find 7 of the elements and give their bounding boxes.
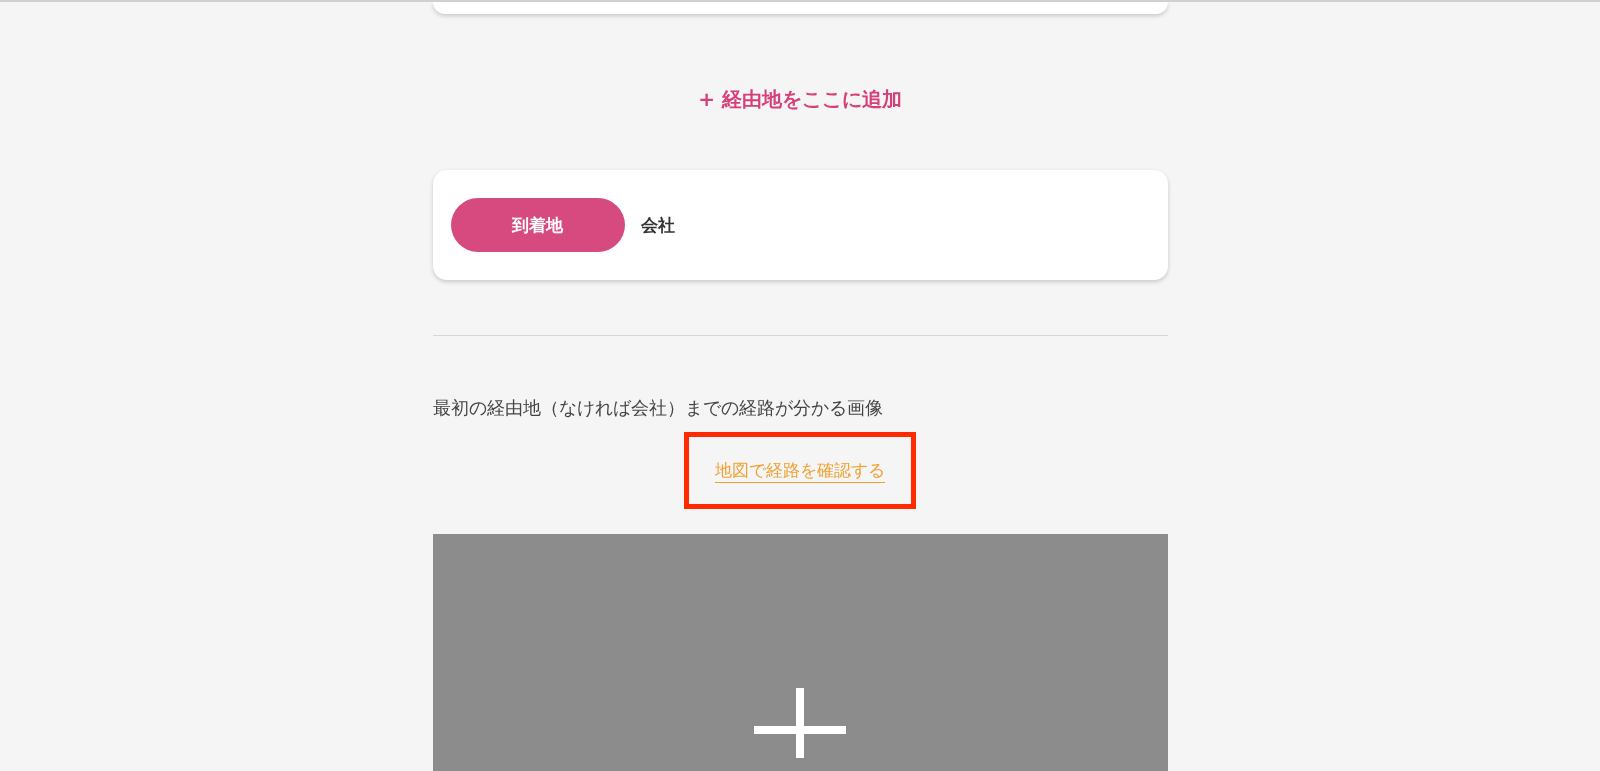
- destination-badge: 到着地: [450, 198, 625, 252]
- map-link[interactable]: 地図で経路を確認する: [715, 460, 885, 483]
- image-upload-area[interactable]: [432, 534, 1168, 771]
- image-caption: 最初の経由地（なければ会社）までの経路が分かる画像: [432, 396, 884, 420]
- add-waypoint-button[interactable]: + 経由地をここに追加: [690, 82, 910, 117]
- destination-value: 会社: [640, 213, 675, 237]
- plus-icon: [754, 688, 846, 758]
